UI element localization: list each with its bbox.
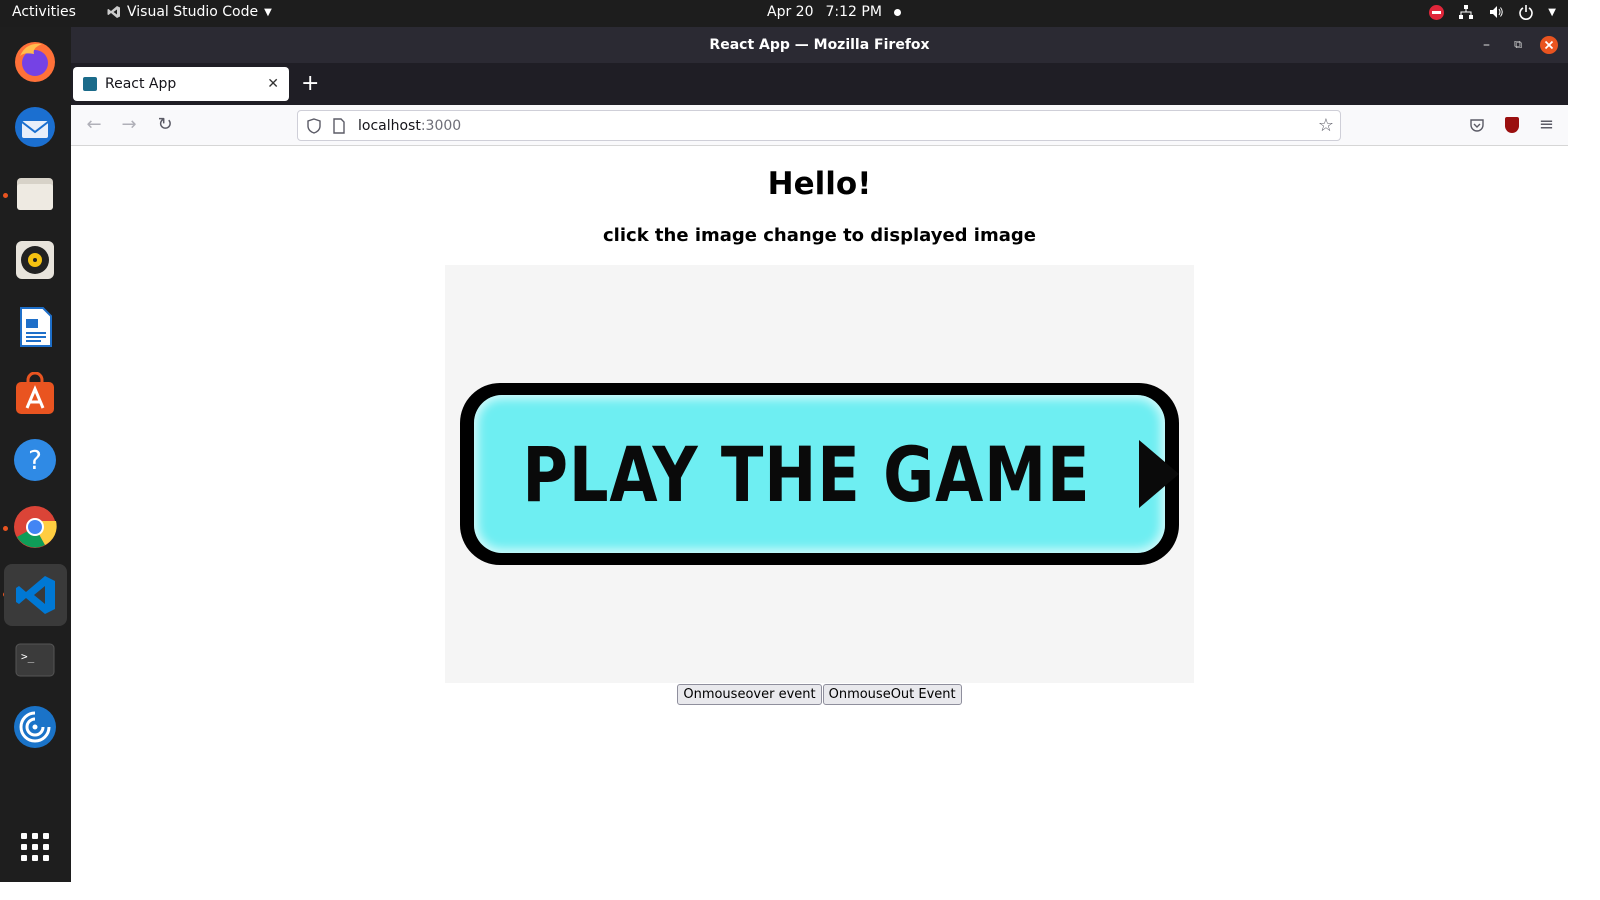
close-icon bbox=[1540, 36, 1558, 54]
dock: ? >_ bbox=[0, 27, 71, 882]
dock-thunderbird[interactable] bbox=[10, 102, 60, 152]
reload-button[interactable]: ↻ bbox=[153, 113, 177, 137]
dock-remote-desktop[interactable] bbox=[10, 702, 60, 752]
gnome-top-bar: Activities Visual Studio Code ▼ Apr 20 7… bbox=[0, 0, 1568, 27]
page-subheading: click the image change to displayed imag… bbox=[603, 225, 1036, 246]
dock-firefox[interactable] bbox=[10, 36, 60, 86]
onmouseout-button[interactable]: OnmouseOut Event bbox=[822, 684, 962, 705]
dock-help[interactable]: ? bbox=[10, 435, 60, 485]
restore-icon: ⧉ bbox=[1514, 38, 1522, 51]
firefox-icon bbox=[15, 42, 55, 82]
notification-dot-icon bbox=[893, 8, 901, 16]
page-content: Hello! click the image change to display… bbox=[71, 146, 1568, 882]
clock-date: Apr 20 bbox=[767, 4, 814, 20]
system-tray[interactable]: ▼ bbox=[1429, 4, 1556, 20]
app-center-icon bbox=[16, 372, 54, 414]
back-button[interactable]: ← bbox=[82, 113, 106, 137]
new-tab-button[interactable]: + bbox=[301, 71, 319, 97]
chevron-down-icon[interactable]: ▼ bbox=[1548, 7, 1556, 18]
activities-button[interactable]: Activities bbox=[12, 4, 76, 20]
react-favicon-icon bbox=[83, 77, 97, 91]
url-port: :3000 bbox=[420, 117, 462, 134]
clock[interactable]: Apr 20 7:12 PM bbox=[767, 4, 901, 20]
play-game-graphic-inner: PLAY THE GAME bbox=[474, 395, 1179, 553]
help-icon: ? bbox=[14, 439, 56, 481]
network-icon[interactable] bbox=[1458, 4, 1474, 20]
app-menu[interactable]: Visual Studio Code ▼ bbox=[107, 4, 272, 20]
play-game-text: PLAY THE GAME bbox=[522, 429, 1091, 519]
power-icon[interactable] bbox=[1518, 4, 1534, 20]
clock-time: 7:12 PM bbox=[825, 4, 882, 20]
ublock-icon[interactable] bbox=[1504, 116, 1519, 133]
onmouseover-button[interactable]: Onmouseover event bbox=[677, 684, 822, 705]
window-titlebar[interactable]: React App — Mozilla Firefox – ⧉ bbox=[71, 27, 1568, 63]
thunderbird-icon bbox=[15, 107, 55, 147]
nav-bar: ← → ↻ localhost:3000 ☆ ≡ bbox=[71, 105, 1568, 146]
play-game-graphic: PLAY THE GAME bbox=[460, 383, 1179, 565]
chevron-down-icon: ▼ bbox=[264, 6, 272, 18]
dock-terminal[interactable]: >_ bbox=[10, 635, 60, 685]
shield-icon bbox=[307, 117, 321, 134]
game-image[interactable]: PLAY THE GAME bbox=[445, 265, 1194, 683]
window-title: React App — Mozilla Firefox bbox=[709, 37, 930, 53]
close-window-button[interactable] bbox=[1540, 27, 1558, 63]
tab-bar: React App ✕ + bbox=[71, 63, 1568, 105]
page-icon bbox=[333, 117, 345, 134]
terminal-icon: >_ bbox=[15, 643, 55, 677]
app-name: Visual Studio Code bbox=[127, 4, 259, 20]
libreoffice-writer-icon bbox=[20, 307, 52, 347]
reload-icon: ↻ bbox=[157, 114, 173, 135]
close-tab-icon[interactable]: ✕ bbox=[267, 76, 279, 92]
url-host: localhost bbox=[358, 117, 421, 134]
dock-show-apps[interactable] bbox=[10, 822, 60, 872]
rhythmbox-icon bbox=[16, 241, 54, 279]
hamburger-menu-icon[interactable]: ≡ bbox=[1539, 114, 1554, 135]
dock-rhythmbox[interactable] bbox=[10, 235, 60, 285]
pocket-icon[interactable] bbox=[1469, 117, 1485, 133]
arrow-right-icon: → bbox=[121, 114, 137, 135]
dock-app-center[interactable] bbox=[10, 369, 60, 419]
svg-text:?: ? bbox=[28, 446, 42, 476]
url-bar[interactable]: localhost:3000 ☆ bbox=[297, 110, 1341, 141]
page-heading: Hello! bbox=[767, 166, 872, 202]
bookmark-star-icon[interactable]: ☆ bbox=[1318, 115, 1334, 136]
dock-files[interactable] bbox=[10, 169, 60, 219]
toolbar-right: ≡ bbox=[1469, 114, 1554, 135]
do-not-disturb-icon[interactable] bbox=[1429, 4, 1445, 20]
forward-button[interactable]: → bbox=[117, 113, 141, 137]
dock-writer[interactable] bbox=[10, 302, 60, 352]
chrome-icon bbox=[14, 506, 57, 548]
play-triangle-icon bbox=[1138, 440, 1179, 508]
dock-chrome[interactable] bbox=[10, 502, 60, 552]
minimize-icon: – bbox=[1483, 37, 1490, 53]
files-icon bbox=[17, 178, 53, 210]
tab-react-app[interactable]: React App ✕ bbox=[73, 67, 289, 101]
running-indicator bbox=[3, 193, 8, 198]
maximize-button[interactable]: ⧉ bbox=[1514, 27, 1522, 63]
remote-desktop-icon bbox=[14, 706, 56, 748]
dock-vscode[interactable] bbox=[4, 564, 67, 626]
vscode-small-icon bbox=[107, 6, 120, 18]
running-indicator bbox=[3, 526, 8, 531]
vscode-icon bbox=[15, 576, 55, 614]
minimize-button[interactable]: – bbox=[1483, 27, 1490, 63]
tab-label: React App bbox=[105, 76, 177, 92]
event-buttons: Onmouseover event OnmouseOut Event bbox=[71, 684, 1568, 705]
arrow-left-icon: ← bbox=[86, 114, 102, 135]
show-apps-icon bbox=[21, 833, 49, 861]
svg-text:>_: >_ bbox=[21, 650, 35, 663]
volume-icon[interactable] bbox=[1488, 4, 1504, 20]
